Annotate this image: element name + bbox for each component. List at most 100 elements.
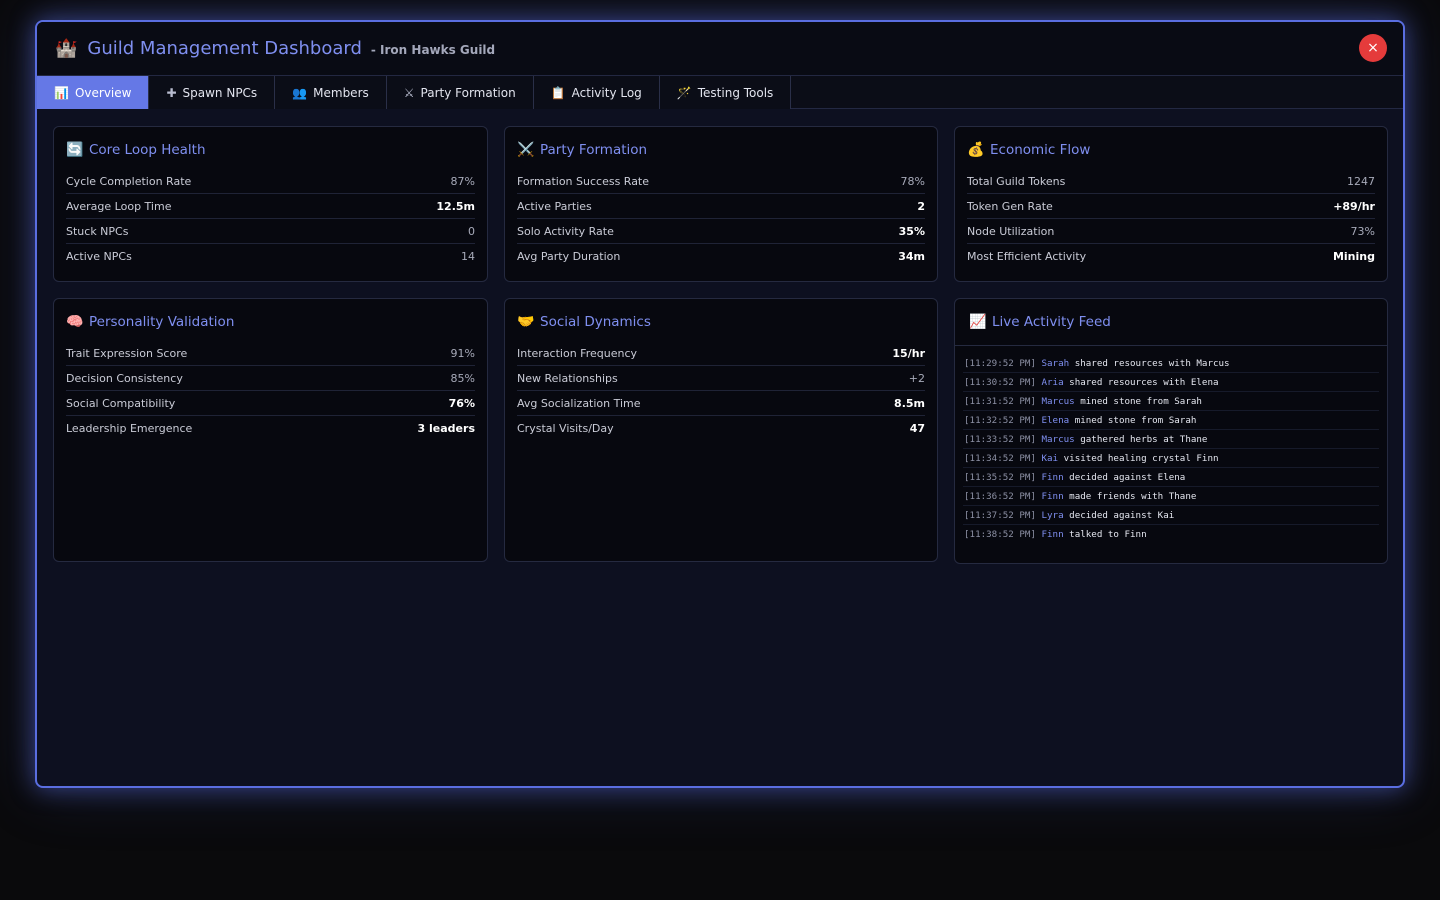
- tab-spawn-npcs[interactable]: ✚ Spawn NPCs: [149, 76, 276, 109]
- activity-text: talked to Finn: [1069, 529, 1147, 540]
- tab-party-formation[interactable]: ⚔ Party Formation: [386, 76, 534, 109]
- live-activity-feed-card: 📈 Live Activity Feed [11:29:52 PM] Sarah…: [954, 298, 1388, 564]
- guild-dashboard-modal: 🏰 Guild Management Dashboard - Iron Hawk…: [35, 20, 1405, 788]
- handshake-icon: 🤝: [517, 314, 535, 330]
- metric-value: Mining: [1332, 250, 1375, 263]
- card-header: ⚔️ Party Formation: [517, 139, 925, 161]
- metric-label: Crystal Visits/Day: [517, 422, 614, 435]
- trend-chart-icon: 📈: [969, 314, 987, 330]
- timestamp: [11:36:52 PM]: [964, 491, 1036, 502]
- card-title: Live Activity Feed: [992, 314, 1111, 330]
- metric-row: New Relationships +2: [517, 366, 925, 391]
- tab-activity-log[interactable]: 📋 Activity Log: [533, 76, 660, 109]
- tab-overview[interactable]: 📊 Overview: [37, 76, 150, 109]
- metric-label: Interaction Frequency: [517, 346, 638, 360]
- metric-label: Total Guild Tokens: [967, 174, 1066, 188]
- dashboard-grid: 🔄 Core Loop Health Cycle Completion Rate…: [53, 126, 1388, 564]
- npc-name: Lyra: [1041, 510, 1064, 521]
- metric-label: Node Utilization: [967, 224, 1055, 238]
- metric-label: Token Gen Rate: [967, 199, 1053, 213]
- metric-value: 78%: [900, 174, 925, 188]
- metric-value: +2: [908, 371, 925, 385]
- metric-label: Active Parties: [517, 199, 592, 213]
- metric-label: Average Loop Time: [66, 199, 172, 213]
- metric-value: 14: [461, 250, 475, 263]
- cycle-icon: 🔄: [66, 142, 84, 158]
- list-item: [11:38:52 PM] Finn talked to Finn: [963, 525, 1379, 544]
- tab-members[interactable]: 👥 Members: [275, 76, 387, 109]
- metric-label: Solo Activity Rate: [517, 224, 614, 238]
- metric-label: New Relationships: [517, 371, 618, 385]
- activity-feed-list[interactable]: [11:29:52 PM] Sarah shared resources wit…: [963, 354, 1379, 544]
- chart-icon: 📊: [54, 85, 69, 100]
- metric-row: Formation Success Rate 78%: [517, 169, 925, 194]
- metric-value: 2: [917, 199, 925, 213]
- npc-name: Finn: [1041, 472, 1064, 483]
- metric-value: 12.5m: [436, 199, 475, 213]
- list-item: [11:36:52 PM] Finn made friends with Tha…: [963, 487, 1379, 506]
- swords-icon: ⚔: [403, 85, 415, 100]
- activity-text: gathered herbs at Thane: [1080, 434, 1208, 445]
- tab-label: Spawn NPCs: [182, 85, 258, 100]
- metric-row: Interaction Frequency 15/hr: [517, 341, 925, 366]
- tab-label: Activity Log: [571, 85, 642, 100]
- metric-label: Avg Socialization Time: [517, 396, 641, 410]
- personality-validation-card: 🧠 Personality Validation Trait Expressio…: [53, 298, 488, 562]
- npc-name: Aria: [1041, 377, 1064, 388]
- metric-row: Avg Socialization Time 8.5m: [517, 391, 925, 416]
- tab-label: Party Formation: [420, 85, 516, 100]
- close-button[interactable]: ×: [1359, 34, 1387, 62]
- metric-value: 91%: [450, 346, 475, 360]
- list-item: [11:34:52 PM] Kai visited healing crysta…: [963, 449, 1379, 468]
- metric-label: Social Compatibility: [66, 396, 176, 410]
- activity-text: mined stone from Sarah: [1080, 396, 1202, 407]
- metric-row: Social Compatibility 76%: [66, 391, 475, 416]
- metric-row: Average Loop Time 12.5m: [66, 194, 475, 219]
- metric-row: Avg Party Duration 34m: [517, 244, 925, 269]
- metric-row: Crystal Visits/Day 47: [517, 416, 925, 441]
- divider: [955, 345, 1387, 346]
- dashboard-header: 🏰 Guild Management Dashboard - Iron Hawk…: [37, 22, 1403, 76]
- party-formation-card: ⚔️ Party Formation Formation Success Rat…: [504, 126, 938, 282]
- metric-value: 35%: [898, 224, 925, 238]
- social-dynamics-card: 🤝 Social Dynamics Interaction Frequency …: [504, 298, 938, 562]
- money-bag-icon: 💰: [967, 142, 985, 158]
- metric-row: Node Utilization 73%: [967, 219, 1375, 244]
- page-title: Guild Management Dashboard: [87, 38, 362, 59]
- list-item: [11:32:52 PM] Elena mined stone from Sar…: [963, 411, 1379, 430]
- metric-value: 76%: [448, 396, 475, 410]
- activity-text: decided against Kai: [1069, 510, 1175, 521]
- metric-value: 47: [909, 422, 925, 435]
- activity-text: shared resources with Elena: [1069, 377, 1219, 388]
- swords-icon: ⚔️: [517, 142, 535, 158]
- metric-row: Leadership Emergence 3 leaders: [66, 416, 475, 441]
- card-header: 📈 Live Activity Feed: [969, 311, 1379, 333]
- castle-icon: 🏰: [55, 38, 78, 59]
- npc-name: Finn: [1041, 529, 1064, 540]
- metric-value: +89/hr: [1333, 199, 1375, 213]
- tab-testing-tools[interactable]: 🪄 Testing Tools: [659, 76, 792, 109]
- metric-row: Most Efficient Activity Mining: [967, 244, 1375, 269]
- metric-value: 34m: [898, 250, 925, 263]
- list-item: [11:29:52 PM] Sarah shared resources wit…: [963, 354, 1379, 373]
- metric-value: 1247: [1347, 174, 1375, 188]
- npc-name: Elena: [1041, 415, 1070, 426]
- tab-label: Testing Tools: [697, 85, 774, 100]
- guild-name: - Iron Hawks Guild: [370, 42, 496, 57]
- card-header: 🔄 Core Loop Health: [66, 139, 475, 161]
- timestamp: [11:34:52 PM]: [964, 453, 1036, 464]
- card-title: Social Dynamics: [540, 314, 651, 330]
- card-title: Party Formation: [540, 142, 648, 158]
- economic-flow-card: 💰 Economic Flow Total Guild Tokens 1247 …: [954, 126, 1388, 282]
- activity-text: made friends with Thane: [1069, 491, 1197, 502]
- npc-name: Marcus: [1041, 396, 1075, 407]
- tab-bar: 📊 Overview ✚ Spawn NPCs 👥 Members ⚔ Part…: [37, 76, 1403, 109]
- tab-label: Members: [313, 85, 369, 100]
- metric-row: Cycle Completion Rate 87%: [66, 169, 475, 194]
- metric-row: Active Parties 2: [517, 194, 925, 219]
- metric-row: Trait Expression Score 91%: [66, 341, 475, 366]
- list-item: [11:30:52 PM] Aria shared resources with…: [963, 373, 1379, 392]
- metric-row: Token Gen Rate +89/hr: [967, 194, 1375, 219]
- metric-label: Active NPCs: [66, 250, 132, 263]
- npc-name: Marcus: [1041, 434, 1075, 445]
